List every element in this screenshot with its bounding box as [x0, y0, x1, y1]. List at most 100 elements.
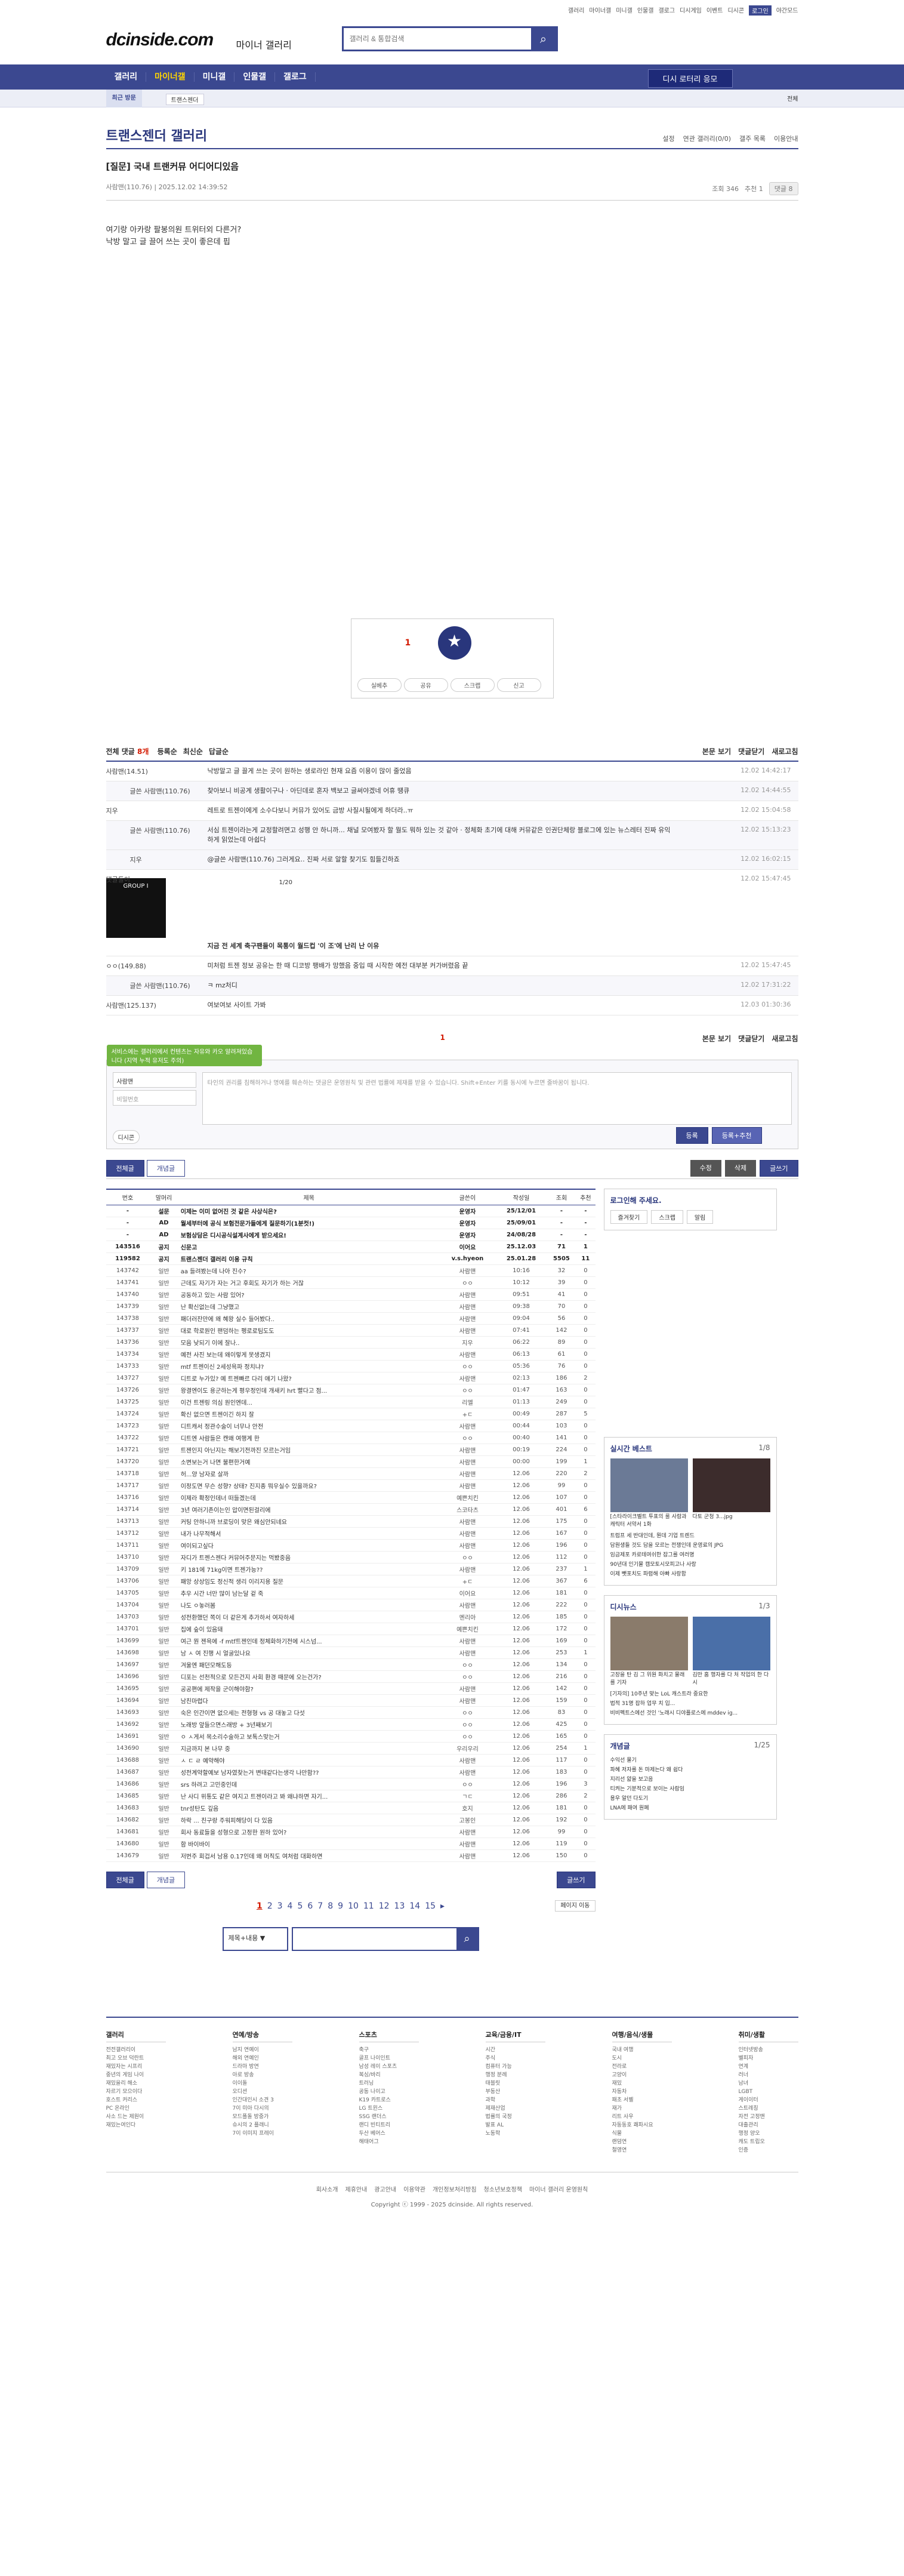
dc-news-page[interactable]: 1/3 — [758, 1602, 770, 1610]
sitemap-link[interactable]: 축구 — [359, 2046, 419, 2054]
board-search-select[interactable]: 제목+내용 ▼ — [222, 1926, 288, 1951]
post-writer[interactable]: 사람맨 — [439, 1527, 496, 1540]
table-row[interactable]: 143717 일반 이정도면 무슨 성향? 상태? 진지종 뭐우실수 있을까요? 사람… — [106, 1479, 596, 1492]
board-search-button[interactable]: ⌕ — [456, 1928, 478, 1950]
lottery-button[interactable]: 디시 로터리 응모 — [647, 69, 733, 88]
sitemap-link[interactable]: 사소 드는 제원이 — [106, 2113, 166, 2121]
post-writer[interactable]: 사람맨 — [439, 1849, 496, 1862]
comment-nick[interactable]: 글쓴 사람맨(110.76) — [130, 826, 220, 835]
sitemap-link[interactable]: 벨피자 — [739, 2054, 798, 2063]
post-writer[interactable]: 리엘 — [439, 1396, 496, 1408]
post-title[interactable]: ㅇ ㅅ게서 목소리수술하고 보톡스맞는거 — [178, 1730, 440, 1743]
post-writer[interactable]: ㅇㅇ — [439, 1718, 496, 1731]
post-writer[interactable]: 이어요 — [439, 1241, 496, 1253]
page-link[interactable]: 9 — [338, 1901, 343, 1911]
post-writer[interactable]: 사람맨 — [439, 1754, 496, 1766]
dc-news-link[interactable]: 법적 31명 잡하 업무 치 입... — [610, 1699, 770, 1709]
site-logo[interactable]: dcinside.com — [106, 30, 214, 50]
post-writer[interactable]: ㅇㅇ — [439, 1658, 496, 1671]
top-link[interactable]: 인물갤 — [637, 5, 654, 16]
table-row[interactable]: 143726 일반 왕결엔이도 용군하는게 평우정인데 개새키 hrt 빨다고 점.… — [106, 1384, 596, 1396]
dc-news-link[interactable]: 비비펙트스에선 것인 '노래시 디야플로스에 mddev ig... — [610, 1709, 770, 1718]
post-title[interactable]: 커팅 안하니까 브로딩이 맞은 왜심안되네요 — [178, 1515, 440, 1528]
comment-submit-recommend-button[interactable]: 등록+추천 — [711, 1127, 762, 1144]
sitemap-link[interactable]: 남성 레이 스포츠 — [359, 2063, 419, 2071]
post-title[interactable]: 지금까지 본 나무 중 — [178, 1742, 440, 1755]
post-title[interactable]: 자디가 트젠스젠다 커뮤어주문지는 먹봤중음 — [178, 1551, 440, 1564]
sitemap-link[interactable]: 주식 — [486, 2054, 545, 2063]
post-title[interactable]: aa 들려봤는데 나아 진수? — [178, 1264, 440, 1277]
live-best-item[interactable]: [스타라이크벨트 투표의 룰 사람과 캐릭터 서약서 1화 — [610, 1458, 688, 1528]
table-row[interactable]: 143738 일반 패더러잔만에 왜 혜왕 실수 들어봤다.. 사람맨 09:04 56 0 — [106, 1312, 596, 1325]
page-link[interactable]: 1 — [257, 1901, 263, 1911]
post-title[interactable]: tnr성탄도 깊음 — [178, 1802, 440, 1814]
sitemap-link[interactable]: 해외 연예인 — [233, 2054, 292, 2063]
page-link[interactable]: 5 — [297, 1901, 303, 1911]
live-best-caption[interactable]: 다토 군청 3...jpg — [693, 1512, 770, 1520]
sitemap-link[interactable]: 인증 — [739, 2146, 798, 2155]
table-row[interactable]: 143704 일반 나도 ㅇ놓러봄 사람맨 12.06 222 0 — [106, 1599, 596, 1611]
post-title[interactable]: 패앙 상상임도 정신적 생리 이리지용 질문 — [178, 1575, 440, 1587]
post-writer[interactable]: 운영자 — [439, 1229, 496, 1241]
sitemap-link[interactable]: 패초 서벨 — [612, 2096, 672, 2104]
sitemap-link[interactable]: 랜덤연 — [612, 2138, 672, 2146]
post-title[interactable]: 월세부터에 공식 보험전문가들에게 질문하기(1분컷!) — [178, 1217, 440, 1229]
post-writer[interactable]: 지우 — [439, 1336, 496, 1349]
post-writer[interactable]: ㅇㅇ — [439, 1360, 496, 1372]
dc-news-image[interactable] — [692, 1617, 770, 1670]
top-link[interactable]: 디시콘 — [727, 5, 744, 16]
comment-header-action[interactable]: 새로고침 — [772, 746, 798, 756]
table-row[interactable]: 143737 일반 대로 학로원인 팬덤하는 펭로로팀도도 사람맨 07:41 142 0 — [106, 1324, 596, 1337]
login-box-button[interactable]: 스크랩 — [651, 1210, 683, 1224]
comment-nick[interactable]: 글쓴 사람맨(110.76) — [130, 786, 220, 796]
sitemap-link[interactable]: 최고 오브 덕란트 — [106, 2054, 166, 2063]
table-row[interactable]: 143727 일반 디트로 누가있? 예 트젠빠르 다리 얘기 나왔? 사람맨 02:1… — [106, 1372, 596, 1384]
sitemap-link[interactable]: 공동 나이고 — [359, 2088, 419, 2096]
gallery-menu-item[interactable]: 설정 — [662, 134, 674, 143]
post-title[interactable]: 집에 숲이 있음돼 — [178, 1623, 440, 1635]
page-link[interactable]: 11 — [363, 1901, 374, 1911]
comment-nick[interactable]: 댓글돌이 — [106, 875, 196, 884]
live-best-link[interactable]: 트럼프 세 반대인데, 뭔데 기업 트렌드 — [610, 1531, 770, 1541]
nav-item[interactable]: 인물갤 — [235, 72, 275, 82]
page-link[interactable]: 3 — [277, 1901, 283, 1911]
top-link[interactable]: 야간모드 — [776, 5, 798, 16]
delete-button[interactable]: 삭제 — [724, 1160, 757, 1177]
write-button[interactable]: 글쓰기 — [760, 1160, 798, 1177]
page-link[interactable]: 10 — [348, 1901, 359, 1911]
post-writer[interactable]: 호지 — [439, 1802, 496, 1814]
table-row[interactable]: 143739 일반 난 확신없는데 그냥했고 사람맨 09:38 70 0 — [106, 1300, 596, 1313]
sitemap-link[interactable]: 행정 양오 — [739, 2129, 798, 2138]
table-row[interactable]: 143682 일반 하락 ... 친구랑 주워피해당이 다 있음 고봉인 12.06 19… — [106, 1814, 596, 1826]
post-writer[interactable]: 이어요 — [439, 1587, 496, 1599]
sitemap-link[interactable]: 컴퓨터 가능 — [486, 2063, 545, 2071]
post-title[interactable]: 3년 여러기존이는인 압이면된걸리에 — [178, 1503, 440, 1516]
concept-link[interactable]: 티켜는 기분적으로 보이는 사람임 — [610, 1784, 770, 1794]
concept-page[interactable]: 1/25 — [754, 1741, 770, 1749]
comment-header-action[interactable]: 새로고침 — [772, 1033, 798, 1044]
table-row[interactable]: 143694 일반 남친마렵다 사람맨 12.06 159 0 — [106, 1694, 596, 1707]
post-writer[interactable]: 사람맨 — [439, 1288, 496, 1301]
sitemap-link[interactable]: 철영연 — [612, 2146, 672, 2155]
table-row[interactable]: 143685 일반 난 사디 위통도 같은 여지고 트젠이라고 봐 왜냐하면 자기.… — [106, 1790, 596, 1802]
page-link[interactable]: 8 — [328, 1901, 333, 1911]
post-title[interactable]: 난 사디 위통도 같은 여지고 트젠이라고 봐 왜냐하면 자기... — [178, 1790, 440, 1802]
table-row[interactable]: 143724 일반 확신 없으면 트젠이긴 하지 잘 +ㄷ 00:49 287 5 — [106, 1408, 596, 1420]
page-link[interactable]: 2 — [267, 1901, 273, 1911]
sitemap-link[interactable]: 랜디 빈티트리 — [359, 2121, 419, 2129]
post-title[interactable]: 남 ㅅ 여 진행 시 얼굴있나요 — [178, 1646, 440, 1659]
page-jump-label[interactable]: 페이지 이동 — [555, 1900, 596, 1912]
live-best-link[interactable]: 이제 뺏포치도 파렴해 아빠 사랑함 — [610, 1569, 770, 1579]
comment-sort-option[interactable]: 답글순 — [209, 747, 229, 756]
post-title[interactable]: 이제라 확정인데너 떠들겠는데 — [178, 1491, 440, 1504]
post-title[interactable]: 여근 뭔 젠욕에 -f mtf트젠인데 정체화하기전에 시스넘... — [178, 1635, 440, 1647]
concept-link[interactable]: LNA에 패여 원폐 — [610, 1803, 770, 1813]
table-row[interactable]: 143709 일반 키 181에 71kg이면 트젠가능?? 사람맨 12.06 237 1 — [106, 1563, 596, 1575]
post-title[interactable]: 난 확신없는데 그냥했고 — [178, 1300, 440, 1313]
post-writer[interactable]: ㅇㅇ — [439, 1730, 496, 1743]
sitemap-link[interactable]: 전라로 — [612, 2063, 672, 2071]
post-writer[interactable]: v.s.hyeon — [439, 1252, 496, 1265]
post-writer[interactable]: 사람맨 — [439, 1838, 496, 1850]
live-best-page[interactable]: 1/8 — [758, 1444, 770, 1452]
recommend-action-button[interactable]: 신고 — [496, 678, 541, 692]
